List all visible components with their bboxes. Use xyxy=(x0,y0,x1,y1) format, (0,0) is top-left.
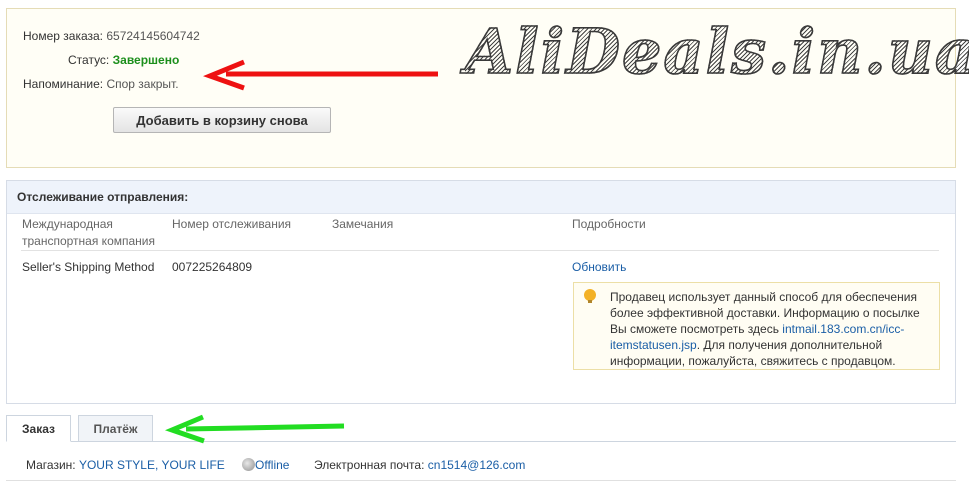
store-label: Магазин: xyxy=(26,458,76,472)
green-arrow-annotation xyxy=(164,414,345,444)
store-info-row: Магазин: YOUR STYLE, YOUR LIFE xyxy=(26,458,225,472)
email-label: Электронная почта: xyxy=(314,458,425,472)
seller-email-link[interactable]: cn1514@126.com xyxy=(428,458,526,472)
offline-status-icon xyxy=(242,458,255,471)
order-details-panel-edge xyxy=(6,480,956,486)
seller-presence: Offline xyxy=(242,458,289,472)
store-name-link[interactable]: YOUR STYLE, YOUR LIFE xyxy=(79,458,225,472)
seller-email-row: Электронная почта: cn1514@126.com xyxy=(314,458,525,472)
offline-chat-link[interactable]: Offline xyxy=(255,458,289,472)
